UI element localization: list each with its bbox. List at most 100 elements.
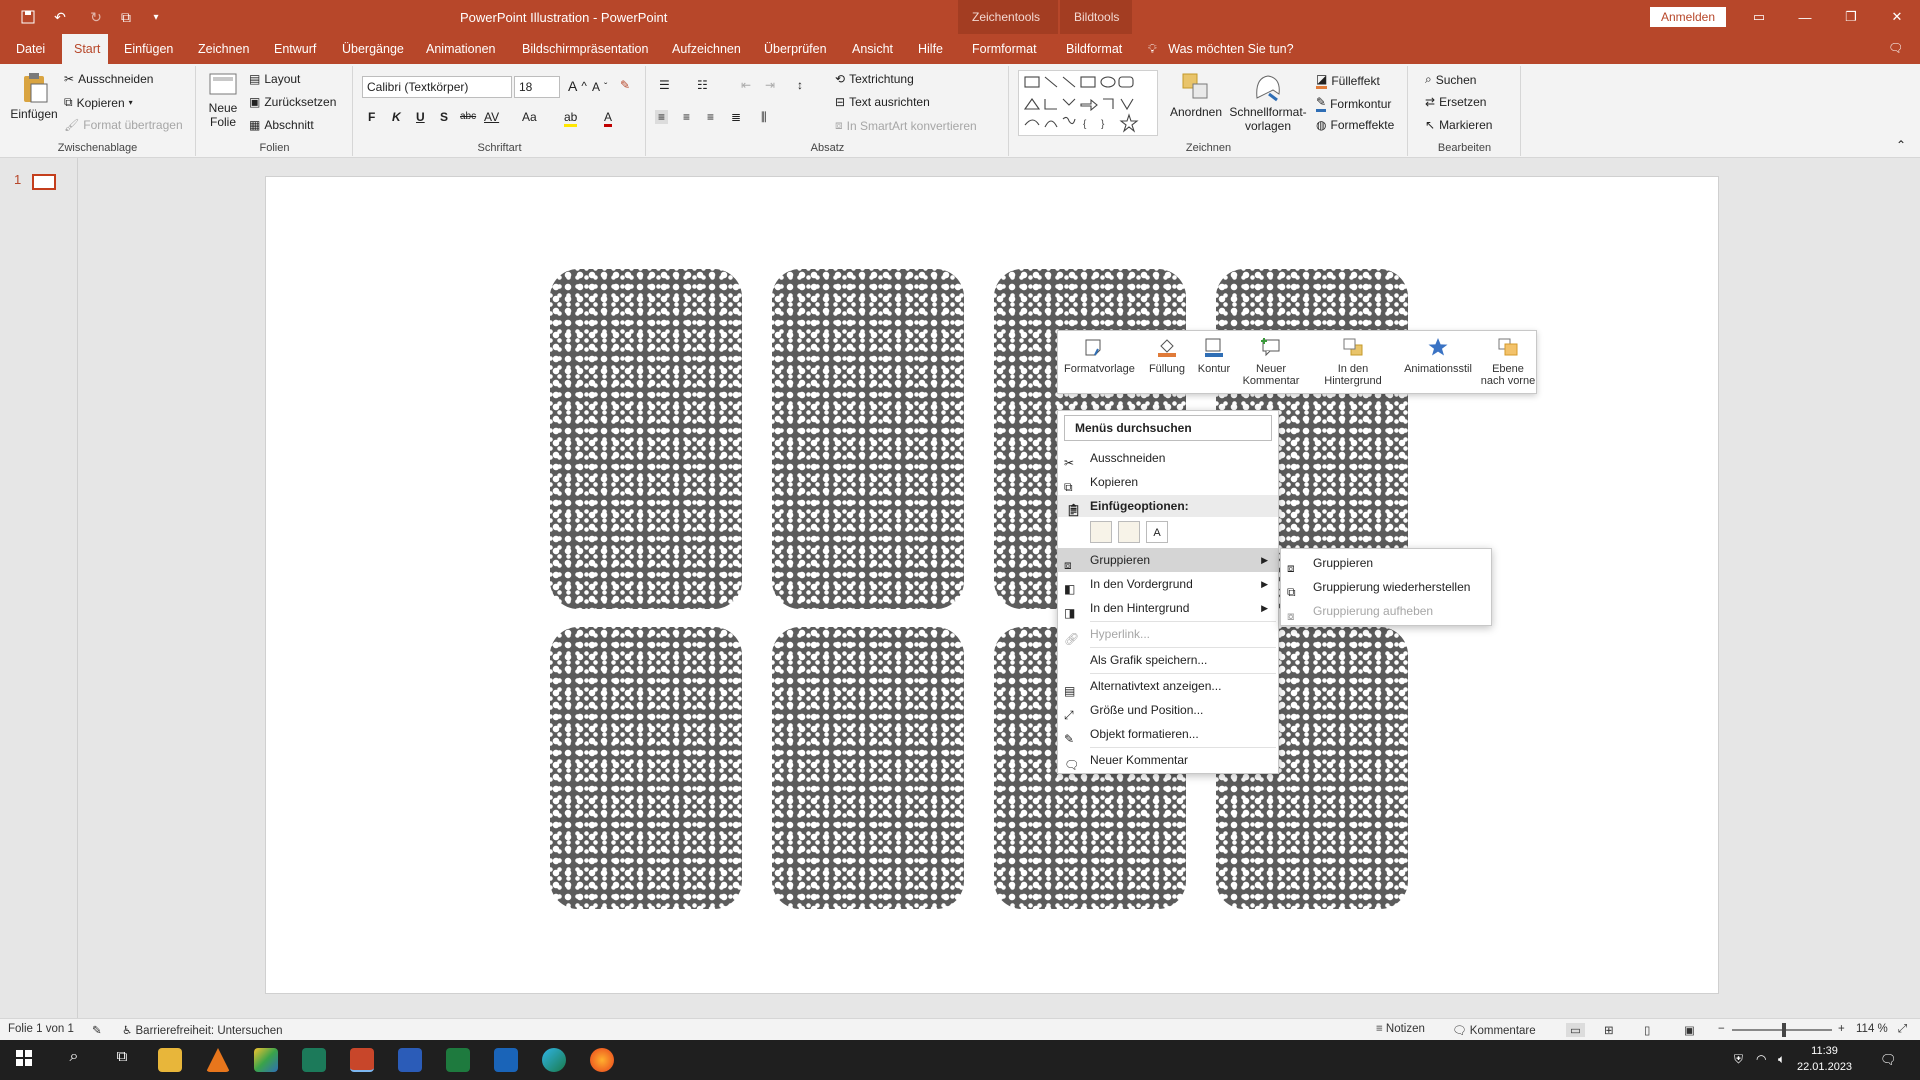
shadow-button[interactable]: S [440, 110, 448, 124]
tab-bildschirmpraesentation[interactable]: Bildschirmpräsentation [510, 34, 660, 64]
italic-button[interactable]: K [392, 110, 401, 124]
highlight-color-icon[interactable]: ab [564, 110, 578, 127]
tab-hilfe[interactable]: Hilfe [906, 34, 955, 64]
slide-sorter-icon[interactable]: ⊞ [1604, 1023, 1614, 1037]
security-shield-icon[interactable]: ⛨ [1734, 1052, 1743, 1067]
menu-group[interactable]: ⧈ Gruppieren ▶ [1058, 548, 1278, 572]
comments-icon[interactable]: 🗨︎ [1888, 41, 1903, 55]
save-icon[interactable] [16, 7, 40, 27]
change-case-button[interactable]: Aa [522, 110, 537, 124]
align-text-button[interactable]: ⊟ Text ausrichten [835, 95, 930, 109]
character-spacing-button[interactable]: AV [484, 110, 499, 124]
redo-icon[interactable]: ↻ [84, 7, 108, 27]
find-button[interactable]: ⌕ Suchen [1425, 72, 1476, 87]
arrange-button[interactable]: Anordnen [1166, 72, 1226, 119]
submenu-ungroup[interactable]: ⧇ Gruppierung aufheben [1281, 599, 1491, 623]
copy-button[interactable]: ⧉ Kopieren ▾ [64, 95, 133, 110]
new-slide-button[interactable]: Neue Folie [201, 72, 245, 129]
reset-button[interactable]: ▣ Zurücksetzen [249, 95, 336, 109]
ribbon-display-options-icon[interactable]: ▭ [1736, 0, 1782, 34]
notes-button[interactable]: ≡ Notizen [1376, 1023, 1425, 1035]
illustration-block[interactable] [550, 627, 742, 909]
notifications-icon[interactable]: 🗨︎ [1880, 1052, 1897, 1068]
tab-zeichnen[interactable]: Zeichnen [186, 34, 261, 64]
tab-uebergaenge[interactable]: Übergänge [330, 34, 416, 64]
strikethrough-button[interactable]: abc [460, 111, 476, 122]
excel-icon[interactable] [446, 1048, 470, 1072]
slide-canvas[interactable] [265, 176, 1719, 994]
restore-icon[interactable]: ❐ [1828, 0, 1874, 34]
menu-size-position[interactable]: ⤢ Größe und Position... [1058, 698, 1278, 722]
decrease-indent-icon[interactable]: ⇤ [741, 78, 751, 92]
numbering-icon[interactable]: ☷ [697, 78, 708, 92]
section-button[interactable]: ▦ Abschnitt [249, 118, 314, 132]
zoom-slider[interactable] [1732, 1023, 1832, 1037]
tab-bildformat[interactable]: Bildformat [1054, 34, 1134, 64]
illustration-block[interactable] [772, 269, 964, 609]
menu-copy[interactable]: ⧉ Kopieren [1058, 470, 1278, 494]
tab-start[interactable]: Start [62, 34, 108, 64]
shapes-gallery[interactable]: {} [1018, 70, 1158, 136]
volume-icon[interactable]: 🔈︎ [1778, 1052, 1785, 1067]
format-painter-button[interactable]: 🖌︎ Format übertragen [64, 118, 183, 132]
shrink-font-icon[interactable]: Aˇ [592, 80, 607, 94]
paste-option-use-destination-theme-icon[interactable] [1090, 521, 1112, 543]
font-color-icon[interactable]: A [604, 110, 613, 127]
close-icon[interactable]: ✕ [1874, 0, 1920, 34]
menu-new-comment[interactable]: 🗨︎ Neuer Kommentar [1058, 748, 1278, 772]
normal-view-icon[interactable]: ▭ [1566, 1023, 1585, 1037]
quick-styles-button[interactable]: Schnellformat- vorlagen [1226, 72, 1310, 133]
tab-einfuegen[interactable]: Einfügen [112, 34, 185, 64]
font-name-combo[interactable]: Calibri (Textkörper) [362, 76, 512, 98]
paste-option-keep-text-only-icon[interactable]: A [1146, 521, 1168, 543]
menu-send-to-back[interactable]: ◨ In den Hintergrund ▶ [1058, 596, 1278, 620]
select-button[interactable]: ↖ Markieren [1425, 118, 1492, 132]
fit-to-window-icon[interactable]: ⤢ [1898, 1023, 1907, 1036]
clear-formatting-icon[interactable]: ✎ [620, 78, 630, 92]
undo-icon[interactable]: ↶ [48, 7, 72, 27]
cut-button[interactable]: ✂ Ausschneiden [64, 72, 153, 86]
task-view-icon[interactable]: ⧉ [110, 1048, 134, 1072]
submenu-group[interactable]: ⧈ Gruppieren [1281, 551, 1491, 575]
menu-cut[interactable]: ✂ Ausschneiden [1058, 446, 1278, 470]
slideshow-from-start-icon[interactable]: ⧉ [114, 7, 138, 27]
align-center-icon[interactable]: ≡ [683, 110, 690, 124]
smartart-button[interactable]: ⧈ In SmartArt konvertieren [835, 118, 977, 133]
zoom-in-icon[interactable]: + [1838, 1023, 1845, 1035]
tab-formformat[interactable]: Formformat [960, 34, 1049, 64]
align-right-icon[interactable]: ≡ [707, 110, 714, 124]
illustration-block[interactable] [772, 627, 964, 909]
text-direction-button[interactable]: ⟲ Textrichtung [835, 72, 914, 86]
menu-bring-to-front[interactable]: ◧ In den Vordergrund ▶ [1058, 572, 1278, 596]
bold-button[interactable]: F [368, 110, 375, 124]
minibar-bring-forward-button[interactable]: Ebene nach vorne [1480, 337, 1536, 387]
underline-button[interactable]: U [416, 110, 425, 124]
justify-icon[interactable]: ≣ [731, 110, 741, 124]
minimize-icon[interactable]: — [1782, 0, 1828, 34]
system-clock[interactable]: 11:39 22.01.2023 [1797, 1043, 1852, 1075]
minibar-send-backward-button[interactable]: In den Hintergrund [1314, 337, 1392, 387]
shape-outline-button[interactable]: ✎ Formkontur [1316, 95, 1391, 112]
wifi-icon[interactable]: ◠ [1756, 1052, 1766, 1066]
outlook-icon[interactable] [494, 1048, 518, 1072]
file-explorer-icon[interactable] [158, 1048, 182, 1072]
vlc-icon[interactable] [206, 1048, 230, 1072]
tab-ueberpruefen[interactable]: Überprüfen [752, 34, 839, 64]
columns-icon[interactable]: ⫼ [761, 110, 767, 125]
layout-button[interactable]: ▤ Layout [249, 72, 300, 86]
powerpoint-icon[interactable] [350, 1048, 374, 1072]
firefox-icon[interactable] [590, 1048, 614, 1072]
align-left-icon[interactable]: ≡ [655, 110, 669, 124]
publisher-icon[interactable] [302, 1048, 326, 1072]
submenu-regroup[interactable]: ⧉ Gruppierung wiederherstellen [1281, 575, 1491, 599]
minibar-style-button[interactable]: Formatvorlage [1064, 337, 1135, 375]
paste-option-picture-icon[interactable] [1118, 521, 1140, 543]
word-icon[interactable] [398, 1048, 422, 1072]
edge-icon[interactable] [542, 1048, 566, 1072]
comments-button[interactable]: 🗨︎ Kommentare [1452, 1023, 1536, 1037]
increase-indent-icon[interactable]: ⇥ [765, 78, 775, 92]
zoom-out-icon[interactable]: − [1718, 1023, 1725, 1035]
minibar-fill-button[interactable]: Füllung [1144, 337, 1190, 375]
shape-effects-button[interactable]: ◍ Formeffekte [1316, 118, 1394, 132]
slideshow-view-icon[interactable]: ▣ [1684, 1023, 1695, 1037]
